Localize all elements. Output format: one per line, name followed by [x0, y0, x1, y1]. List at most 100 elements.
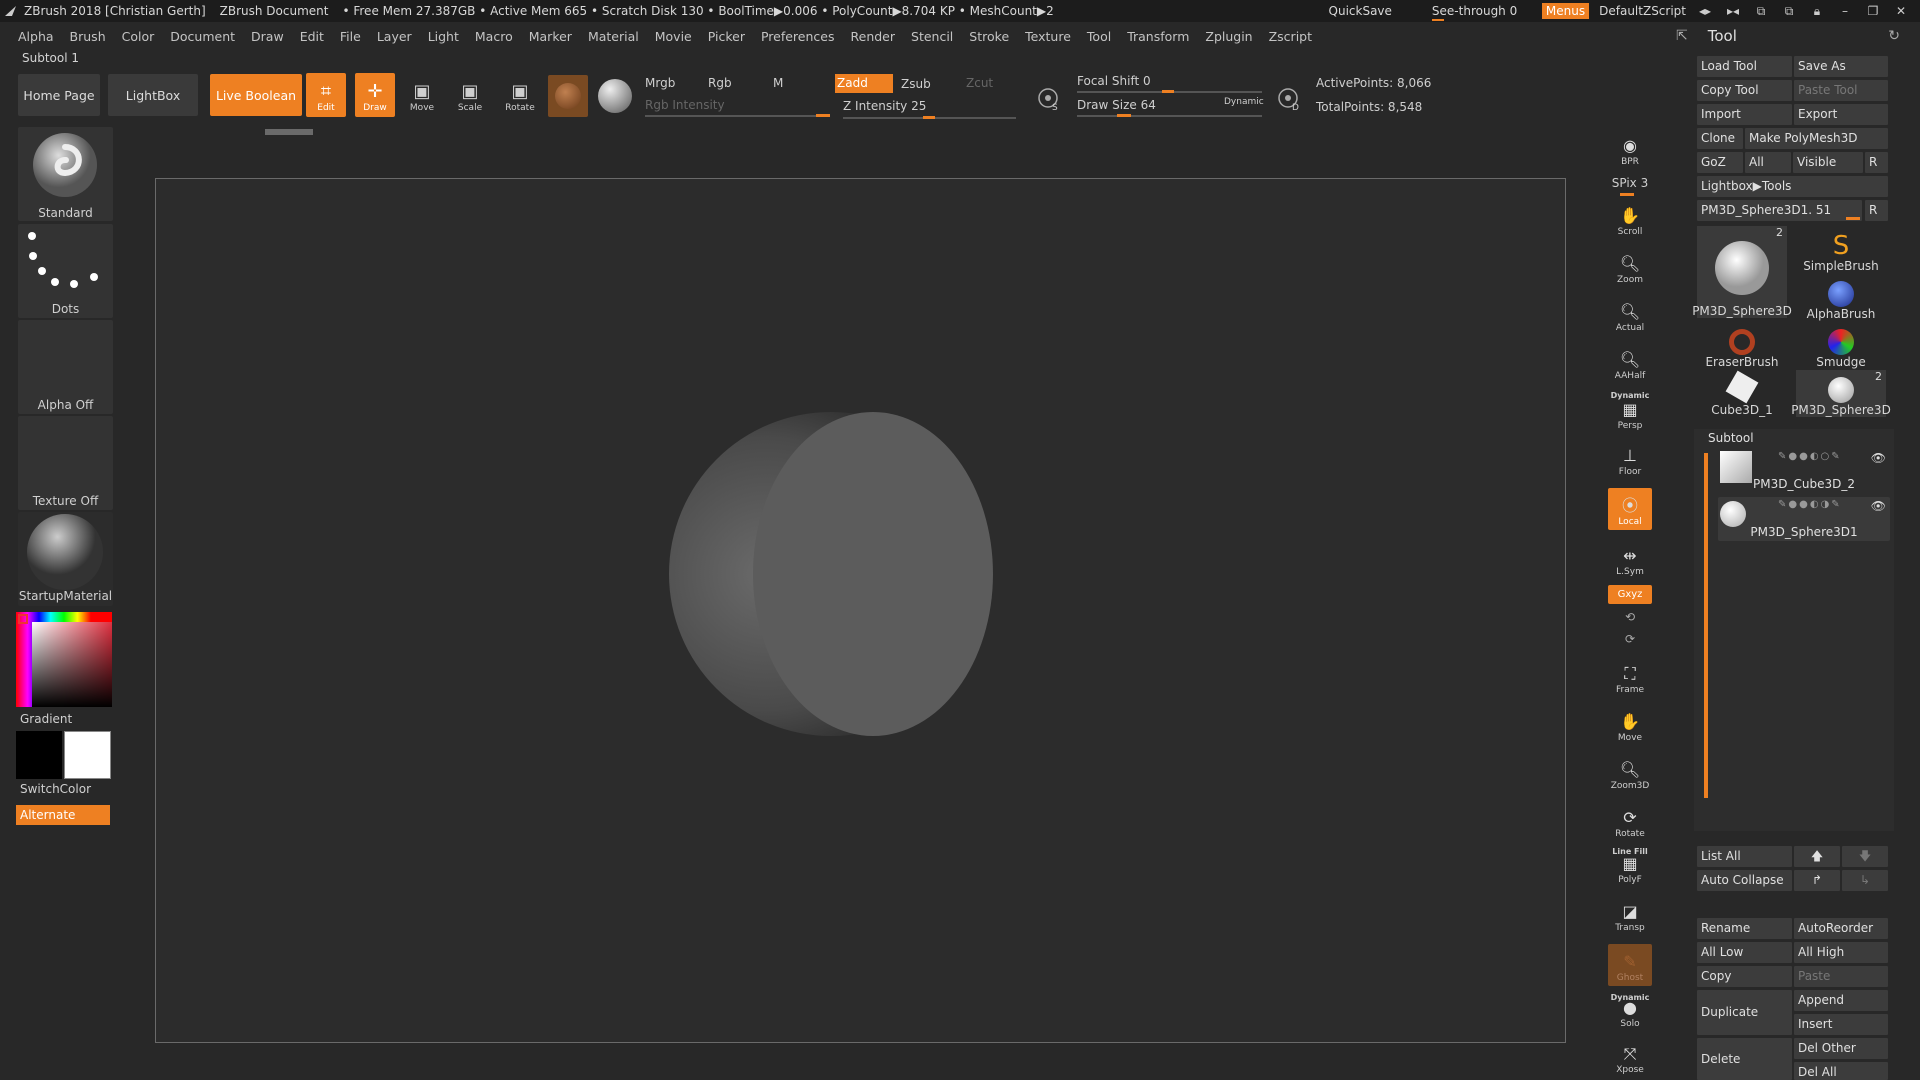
append-button[interactable]: Append — [1794, 990, 1888, 1011]
lightbox-tools-button[interactable]: Lightbox▶Tools — [1697, 176, 1888, 197]
insert-button[interactable]: Insert — [1794, 1014, 1888, 1035]
menu-brush[interactable]: Brush — [70, 29, 106, 44]
current-tool-r-button[interactable]: R — [1865, 200, 1888, 221]
save-as-button[interactable]: Save As — [1794, 56, 1888, 77]
import-button[interactable]: Import — [1697, 104, 1792, 125]
all-low-button[interactable]: All Low — [1697, 942, 1792, 963]
mrgb-button[interactable]: Mrgb — [645, 76, 675, 90]
menu-file[interactable]: File — [340, 29, 361, 44]
menu-color[interactable]: Color — [122, 29, 155, 44]
menu-document[interactable]: Document — [170, 29, 235, 44]
menu-render[interactable]: Render — [851, 29, 896, 44]
material-swatch-button[interactable] — [548, 75, 588, 117]
tool-thumb-simplebrush[interactable]: S SimpleBrush — [1796, 226, 1886, 273]
tool-thumb-eraserbrush[interactable]: EraserBrush — [1697, 322, 1787, 369]
persp-button[interactable]: ▦ Persp — [1608, 392, 1652, 434]
zcut-button[interactable]: Zcut — [966, 76, 993, 90]
arrow-forward-icon[interactable]: ↱ — [1794, 870, 1840, 891]
goz-visible-button[interactable]: Visible — [1793, 152, 1863, 173]
spix-slider[interactable]: SPix 3 — [1608, 176, 1652, 190]
eye-2-icon[interactable]: 👁︎ — [1871, 499, 1886, 513]
rotate-axis-y-icon[interactable]: ⟲ — [1608, 610, 1652, 624]
menu-edit[interactable]: Edit — [300, 29, 324, 44]
current-tool-slider[interactable]: PM3D_Sphere3D1. 51 — [1697, 200, 1862, 221]
restore-icon[interactable]: ❐ — [1864, 3, 1882, 19]
goz-all-button[interactable]: All — [1745, 152, 1791, 173]
color-sphere-icon[interactable] — [598, 79, 632, 113]
alternate-button[interactable]: Alternate — [16, 805, 110, 825]
move-mode-button[interactable]: ▣ Move — [402, 73, 442, 117]
auto-collapse-button[interactable]: Auto Collapse — [1697, 870, 1792, 891]
paste-tool-button[interactable]: Paste Tool — [1794, 80, 1888, 101]
arrow-down-icon[interactable]: ↳ — [1842, 870, 1888, 891]
edit-mode-button[interactable]: ⌗ Edit — [306, 73, 346, 117]
menu-marker[interactable]: Marker — [529, 29, 572, 44]
goz-r-button[interactable]: R — [1865, 152, 1888, 173]
menu-stroke[interactable]: Stroke — [969, 29, 1009, 44]
cut-sphere-mesh[interactable] — [669, 412, 993, 736]
floor-button[interactable]: ⊥ Floor — [1608, 438, 1652, 480]
menu-stencil[interactable]: Stencil — [911, 29, 953, 44]
menu-movie[interactable]: Movie — [655, 29, 692, 44]
rgb-intensity-slider[interactable]: Rgb Intensity — [645, 98, 725, 112]
export-button[interactable]: Export — [1794, 104, 1888, 125]
brush-settings-icon[interactable]: D — [1274, 84, 1302, 113]
gradient-label[interactable]: Gradient — [20, 712, 115, 726]
z-intensity-slider[interactable]: Z Intensity 25 — [843, 99, 926, 113]
subtool-scrollbar[interactable] — [1704, 453, 1708, 798]
subtool-controls-icon[interactable]: ✎●●◐○✎ — [1778, 451, 1842, 462]
dynamic-toggle[interactable]: Dynamic — [1224, 97, 1264, 107]
windows-2-icon[interactable]: ⧉ — [1780, 3, 1798, 19]
secondary-color-swatch[interactable] — [16, 731, 62, 779]
lsym-button[interactable]: ⇹ L.Sym — [1608, 538, 1652, 580]
rgb-button[interactable]: Rgb — [708, 76, 732, 90]
paste-subtool-button[interactable]: Paste — [1794, 966, 1888, 987]
menu-zplugin[interactable]: Zplugin — [1205, 29, 1252, 44]
menu-texture[interactable]: Texture — [1025, 29, 1071, 44]
frame-button[interactable]: ⛶ Frame — [1608, 656, 1652, 698]
transp-button[interactable]: ◪ Transp — [1608, 894, 1652, 936]
tool-thumb-cube3d[interactable]: Cube3D_1 — [1697, 370, 1787, 417]
draw-mode-button[interactable]: ✛ Draw — [355, 73, 395, 117]
scale-mode-button[interactable]: ▣ Scale — [450, 73, 490, 117]
rename-button[interactable]: Rename — [1697, 918, 1792, 939]
document-canvas[interactable] — [155, 178, 1566, 1043]
quicksave-button[interactable]: QuickSave — [1329, 4, 1392, 18]
tool-pin-icon[interactable]: ⇱ — [1676, 28, 1688, 44]
delete-button[interactable]: Delete — [1697, 1038, 1792, 1080]
color-picker-square[interactable] — [32, 622, 112, 707]
rotate-axis-z-icon[interactable]: ⟳ — [1608, 632, 1652, 646]
solo-button[interactable]: ● Solo — [1608, 990, 1652, 1032]
ghost-button[interactable]: ✎ Ghost — [1608, 944, 1652, 986]
draw-size-slider[interactable]: Draw Size 64 — [1077, 98, 1156, 112]
copy-subtool-button[interactable]: Copy — [1697, 966, 1792, 987]
tool-thumb-pm3d-sphere-2[interactable]: 2 PM3D_Sphere3D — [1791, 370, 1891, 417]
focal-shift-slider[interactable]: Focal Shift 0 — [1077, 74, 1151, 88]
aahalf-button[interactable]: 🔍︎ AAHalf — [1608, 342, 1652, 384]
layout-icon[interactable]: ◂▸ — [1696, 3, 1714, 19]
windows-icon[interactable]: ⧉ — [1752, 3, 1770, 19]
menu-transform[interactable]: Transform — [1127, 29, 1189, 44]
menu-draw[interactable]: Draw — [251, 29, 284, 44]
menu-tool[interactable]: Tool — [1087, 29, 1111, 44]
focal-shift-icon[interactable]: S — [1034, 84, 1062, 113]
move-up-arrow-icon[interactable]: 🡅 — [1794, 846, 1840, 867]
menus-button[interactable]: Menus — [1541, 3, 1590, 19]
minimize-icon[interactable]: – — [1836, 3, 1854, 19]
refresh-icon[interactable]: ↻ — [1888, 28, 1900, 44]
m-button[interactable]: M — [773, 76, 783, 90]
lock-icon[interactable]: 🔒︎ — [1808, 3, 1826, 19]
all-high-button[interactable]: All High — [1794, 942, 1888, 963]
tool-thumb-pm3d-sphere[interactable]: 2 PM3D_Sphere3D — [1692, 226, 1792, 318]
default-zscript-button[interactable]: DefaultZScript — [1599, 4, 1686, 18]
menu-alpha[interactable]: Alpha — [18, 29, 54, 44]
actual-button[interactable]: 🔍︎ Actual — [1608, 294, 1652, 336]
subtool-item-sphere3d1[interactable]: ✎●●◐◑✎ 👁︎ PM3D_Sphere3D1 — [1718, 497, 1890, 541]
menu-zscript[interactable]: Zscript — [1269, 29, 1312, 44]
home-page-button[interactable]: Home Page — [18, 74, 100, 116]
tool-thumb-smudge[interactable]: Smudge — [1796, 322, 1886, 369]
primary-color-swatch[interactable] — [64, 731, 111, 779]
zoom-button[interactable]: 🔍︎ Zoom — [1608, 246, 1652, 288]
polyf-button[interactable]: ▦ PolyF — [1608, 846, 1652, 888]
autoreorder-button[interactable]: AutoReorder — [1794, 918, 1888, 939]
